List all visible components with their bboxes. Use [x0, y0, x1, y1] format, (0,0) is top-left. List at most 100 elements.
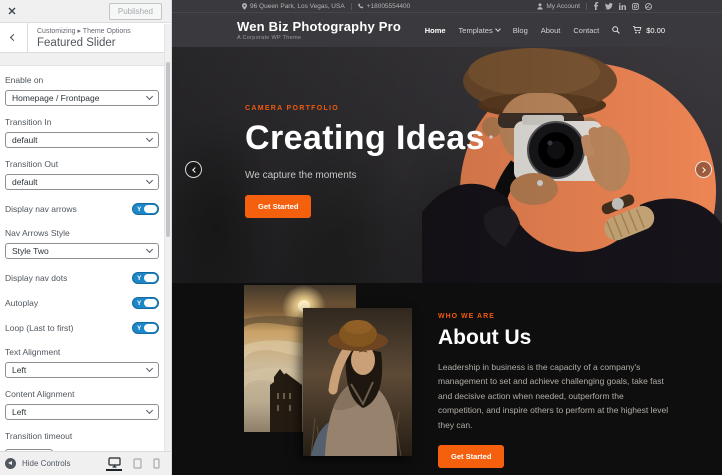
nav-label: Contact [573, 26, 599, 35]
map-pin-icon [242, 3, 247, 10]
address-text: 96 Queen Park, Los Vegas, USA [250, 3, 345, 10]
hide-controls-button[interactable]: Hide Controls [5, 458, 70, 469]
autoplay-toggle[interactable]: Y [132, 297, 159, 309]
collapse-icon [5, 458, 16, 469]
field-autoplay: Autoplay Y [5, 297, 159, 309]
select-value: Left [12, 365, 26, 375]
transition-in-select[interactable]: default [5, 132, 159, 148]
device-mobile-button[interactable] [153, 458, 160, 469]
field-transition-out: Transition Out default [5, 159, 159, 190]
toggle-on-label: Y [137, 206, 141, 214]
close-customizer-button[interactable] [0, 0, 24, 22]
app-window: Published Customizing ▸ Theme Options Fe… [0, 0, 722, 475]
nav-templates[interactable]: Templates [459, 26, 500, 35]
field-label: Transition Out [5, 159, 159, 169]
topbar-account-group: My Account [537, 2, 652, 10]
twitter-icon[interactable] [605, 3, 613, 10]
panel-header: Customizing ▸ Theme Options Featured Sli… [0, 23, 171, 53]
nav-label: Home [425, 26, 446, 35]
sidebar-scrollbar[interactable] [164, 24, 171, 451]
display-nav-arrows-toggle[interactable]: Y [132, 203, 159, 215]
main-nav: Home Templates Blog About Contact $0.00 [425, 26, 665, 35]
field-label: Autoplay [5, 298, 38, 308]
social-links [593, 2, 652, 10]
facebook-icon[interactable] [593, 2, 599, 10]
site-preview: 96 Queen Park, Los Vegas, USA +180055544… [172, 0, 722, 475]
display-nav-dots-toggle[interactable]: Y [132, 272, 159, 284]
nav-home[interactable]: Home [425, 26, 446, 35]
linkedin-icon[interactable] [619, 3, 626, 10]
field-label: Transition timeout [5, 431, 159, 441]
field-nav-arrows-style: Nav Arrows Style Style Two [5, 228, 159, 259]
search-icon [612, 26, 620, 34]
site-title: Wen Biz Photography Pro [237, 19, 401, 34]
hide-controls-label: Hide Controls [22, 459, 70, 468]
customizer-sidebar: Published Customizing ▸ Theme Options Fe… [0, 0, 172, 475]
field-content-alignment: Content Alignment Left [5, 389, 159, 420]
nav-contact[interactable]: Contact [573, 26, 599, 35]
nav-blog[interactable]: Blog [513, 26, 528, 35]
hero-kicker: CAMERA PORTFOLIO [245, 105, 485, 112]
about-body: Leadership in business is the capacity o… [438, 360, 670, 432]
field-enable-on: Enable on Homepage / Frontpage [5, 75, 159, 106]
device-preview-switcher [106, 457, 166, 471]
breadcrumb: Customizing ▸ Theme Options [37, 27, 131, 35]
phone-item[interactable]: +18005554400 [358, 3, 411, 10]
nav-about[interactable]: About [541, 26, 561, 35]
site-logo[interactable]: Wen Biz Photography Pro A Corporate WP T… [237, 19, 401, 41]
field-label: Content Alignment [5, 389, 159, 399]
customizer-topbar: Published [0, 0, 171, 23]
loop-toggle[interactable]: Y [132, 322, 159, 334]
select-value: default [12, 135, 38, 145]
instagram-icon[interactable] [632, 3, 639, 10]
field-label: Nav Arrows Style [5, 228, 159, 238]
customizer-controls: Enable on Homepage / Frontpage Transitio… [0, 54, 165, 451]
cart-button[interactable]: $0.00 [633, 26, 665, 35]
back-button[interactable] [0, 23, 28, 52]
field-label: Enable on [5, 75, 159, 85]
text-alignment-select[interactable]: Left [5, 362, 159, 378]
search-button[interactable] [612, 26, 620, 34]
about-get-started-button[interactable]: Get Started [438, 445, 504, 468]
hero-slider: CAMERA PORTFOLIO Creating Ideas We captu… [172, 47, 722, 283]
nav-label: Templates [459, 26, 493, 35]
chevron-down-icon [146, 365, 153, 372]
field-label: Text Alignment [5, 347, 159, 357]
panel-header-text: Customizing ▸ Theme Options Featured Sli… [28, 23, 131, 52]
toggle-on-label: Y [137, 325, 141, 333]
select-value: Style Two [12, 246, 49, 256]
my-account-link[interactable]: My Account [537, 3, 580, 10]
transition-out-select[interactable]: default [5, 174, 159, 190]
content-alignment-select[interactable]: Left [5, 404, 159, 420]
toggle-on-label: Y [137, 275, 141, 283]
device-tablet-button[interactable] [133, 458, 142, 469]
field-loop: Loop (Last to first) Y [5, 322, 159, 334]
hero-get-started-button[interactable]: Get Started [245, 195, 311, 218]
select-value: Homepage / Frontpage [12, 93, 99, 103]
phone-icon [358, 3, 364, 9]
device-desktop-button[interactable] [106, 457, 122, 471]
publish-button[interactable]: Published [109, 3, 162, 20]
field-label: Display nav arrows [5, 204, 77, 214]
field-label: Display nav dots [5, 273, 67, 283]
enable-on-select[interactable]: Homepage / Frontpage [5, 90, 159, 106]
field-transition-timeout: Transition timeout [5, 431, 159, 451]
slider-next-button[interactable] [695, 161, 712, 178]
about-section: WHO WE ARE About Us Leadership in busine… [172, 283, 722, 475]
slider-prev-button[interactable] [185, 161, 202, 178]
toggle-knob [144, 274, 157, 282]
nav-arrows-style-select[interactable]: Style Two [5, 243, 159, 259]
chevron-down-icon [146, 177, 153, 184]
field-display-nav-dots: Display nav dots Y [5, 272, 159, 284]
site-header: Wen Biz Photography Pro A Corporate WP T… [172, 13, 722, 47]
chevron-left-icon [192, 167, 198, 173]
scrollbar-thumb[interactable] [166, 62, 170, 237]
dribbble-icon[interactable] [645, 3, 652, 10]
nav-label: Blog [513, 26, 528, 35]
select-value: default [12, 177, 38, 187]
customizer-footer: Hide Controls [0, 451, 171, 475]
hero-title: Creating Ideas [245, 119, 485, 158]
about-kicker: WHO WE ARE [438, 313, 670, 320]
about-title: About Us [438, 326, 670, 350]
address-item: 96 Queen Park, Los Vegas, USA [242, 3, 345, 10]
